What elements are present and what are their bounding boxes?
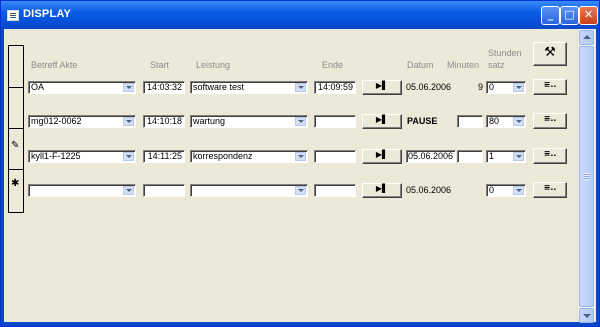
leistung-combo[interactable] xyxy=(190,184,308,197)
datum-value: 05.06.2006 xyxy=(406,185,452,195)
header-betreff-akte: Betreff Akte xyxy=(31,60,78,70)
akte-combo[interactable] xyxy=(28,184,136,197)
leistung-combo[interactable]: korrespondenz xyxy=(190,150,308,163)
header-stundensatz-2: satz xyxy=(488,60,505,70)
minimize-button[interactable]: _ xyxy=(541,6,560,25)
akte-value: kyll1-F-1225 xyxy=(31,151,81,161)
ende-field[interactable] xyxy=(314,150,356,163)
window-title: DISPLAY xyxy=(23,8,72,20)
chevron-down-icon[interactable] xyxy=(295,152,306,161)
display-window: DISPLAY _ □ ✕ Betreff Akte Start Leistun… xyxy=(0,0,600,327)
play-pause-icon: ▶▌ xyxy=(375,81,389,90)
window-frame-left xyxy=(1,29,4,326)
satz-combo[interactable]: 80 xyxy=(486,115,526,128)
datum-field[interactable]: 05.06.2006 xyxy=(406,150,456,163)
akte-combo[interactable]: OA xyxy=(28,81,136,94)
maximize-button[interactable]: □ xyxy=(560,6,579,25)
minuten-field[interactable] xyxy=(457,115,483,128)
selector-divider xyxy=(9,169,23,170)
leistung-value: software test xyxy=(193,82,245,92)
chevron-down-icon[interactable] xyxy=(123,186,134,195)
tools-button[interactable]: ⚒ xyxy=(533,42,567,66)
scroll-thumb[interactable] xyxy=(579,46,594,307)
akte-value: OA xyxy=(31,82,45,92)
play-pause-icon: ▶▌ xyxy=(375,184,389,193)
start-field[interactable]: 14:03:32 xyxy=(143,81,185,94)
leistung-value: wartung xyxy=(193,116,226,126)
ende-field[interactable] xyxy=(314,184,356,197)
scroll-up-button[interactable] xyxy=(579,30,594,45)
details-button[interactable]: ≡.. xyxy=(533,113,567,129)
chevron-down-icon[interactable] xyxy=(513,83,524,92)
header-minuten: Minuten xyxy=(447,60,480,70)
ende-field[interactable]: 14:09:59 xyxy=(314,81,356,94)
pause-label: PAUSE xyxy=(407,116,438,126)
header-datum: Datum xyxy=(407,60,434,70)
header-start: Start xyxy=(150,60,170,70)
minuten-field[interactable] xyxy=(457,150,483,163)
new-record-icon: ✱ xyxy=(11,178,20,189)
header-leistung: Leistung xyxy=(196,60,231,70)
window-frame-right xyxy=(596,29,599,326)
selector-divider xyxy=(9,87,23,88)
details-button[interactable]: ≡.. xyxy=(533,182,567,198)
minuten-value: 9 xyxy=(477,82,483,92)
leistung-combo[interactable]: wartung xyxy=(190,115,308,128)
satz-combo[interactable]: 0 xyxy=(486,184,526,197)
chevron-down-icon[interactable] xyxy=(123,117,134,126)
satz-combo[interactable]: 1 xyxy=(486,150,526,163)
satz-value: 1 xyxy=(489,151,495,161)
datum-value: 05.06.2006 xyxy=(406,82,452,92)
leistung-value: korrespondenz xyxy=(193,151,253,161)
selector-divider xyxy=(9,128,23,129)
chevron-down-icon[interactable] xyxy=(123,83,134,92)
details-button[interactable]: ≡.. xyxy=(533,79,567,95)
start-field[interactable]: 14:10:18 xyxy=(143,115,185,128)
play-pause-icon: ▶▌ xyxy=(375,115,389,124)
leistung-combo[interactable]: software test xyxy=(190,81,308,94)
play-pause-button[interactable]: ▶▌ xyxy=(362,149,402,164)
form-icon xyxy=(7,10,19,21)
window-frame-bottom xyxy=(1,322,599,326)
details-button[interactable]: ≡.. xyxy=(533,148,567,164)
satz-value: 80 xyxy=(489,116,500,126)
details-icon: ≡.. xyxy=(543,149,557,158)
chevron-down-icon[interactable] xyxy=(295,83,306,92)
akte-value: mg012-0062 xyxy=(31,116,82,126)
start-field[interactable] xyxy=(143,184,185,197)
vertical-scrollbar[interactable] xyxy=(577,29,595,323)
chevron-down-icon[interactable] xyxy=(513,152,524,161)
chevron-down-icon[interactable] xyxy=(295,186,306,195)
play-pause-button[interactable]: ▶▌ xyxy=(362,114,402,129)
record-selector[interactable]: ✎ ✱ xyxy=(8,45,24,213)
chevron-down-icon[interactable] xyxy=(513,117,524,126)
chevron-down-icon[interactable] xyxy=(123,152,134,161)
details-icon: ≡.. xyxy=(543,80,557,89)
satz-combo[interactable]: 0 xyxy=(486,81,526,94)
details-icon: ≡.. xyxy=(543,114,557,123)
play-pause-icon: ▶▌ xyxy=(375,150,389,159)
details-icon: ≡.. xyxy=(543,183,557,192)
close-button[interactable]: ✕ xyxy=(579,6,598,25)
scroll-down-button[interactable] xyxy=(579,308,594,323)
akte-combo[interactable]: kyll1-F-1225 xyxy=(28,150,136,163)
chevron-down-icon[interactable] xyxy=(295,117,306,126)
start-field[interactable]: 14:11:25 xyxy=(143,150,185,163)
ende-field[interactable] xyxy=(314,115,356,128)
edit-pencil-icon: ✎ xyxy=(11,140,20,151)
header-stundensatz-1: Stunden xyxy=(488,48,522,58)
satz-value: 0 xyxy=(489,185,495,195)
play-pause-button[interactable]: ▶▌ xyxy=(362,183,402,198)
header-ende: Ende xyxy=(322,60,344,70)
satz-value: 0 xyxy=(489,82,495,92)
title-bar[interactable]: DISPLAY _ □ ✕ xyxy=(1,1,599,29)
akte-combo[interactable]: mg012-0062 xyxy=(28,115,136,128)
hammer-icon: ⚒ xyxy=(544,45,556,60)
chevron-down-icon[interactable] xyxy=(513,186,524,195)
play-pause-button[interactable]: ▶▌ xyxy=(362,80,402,95)
